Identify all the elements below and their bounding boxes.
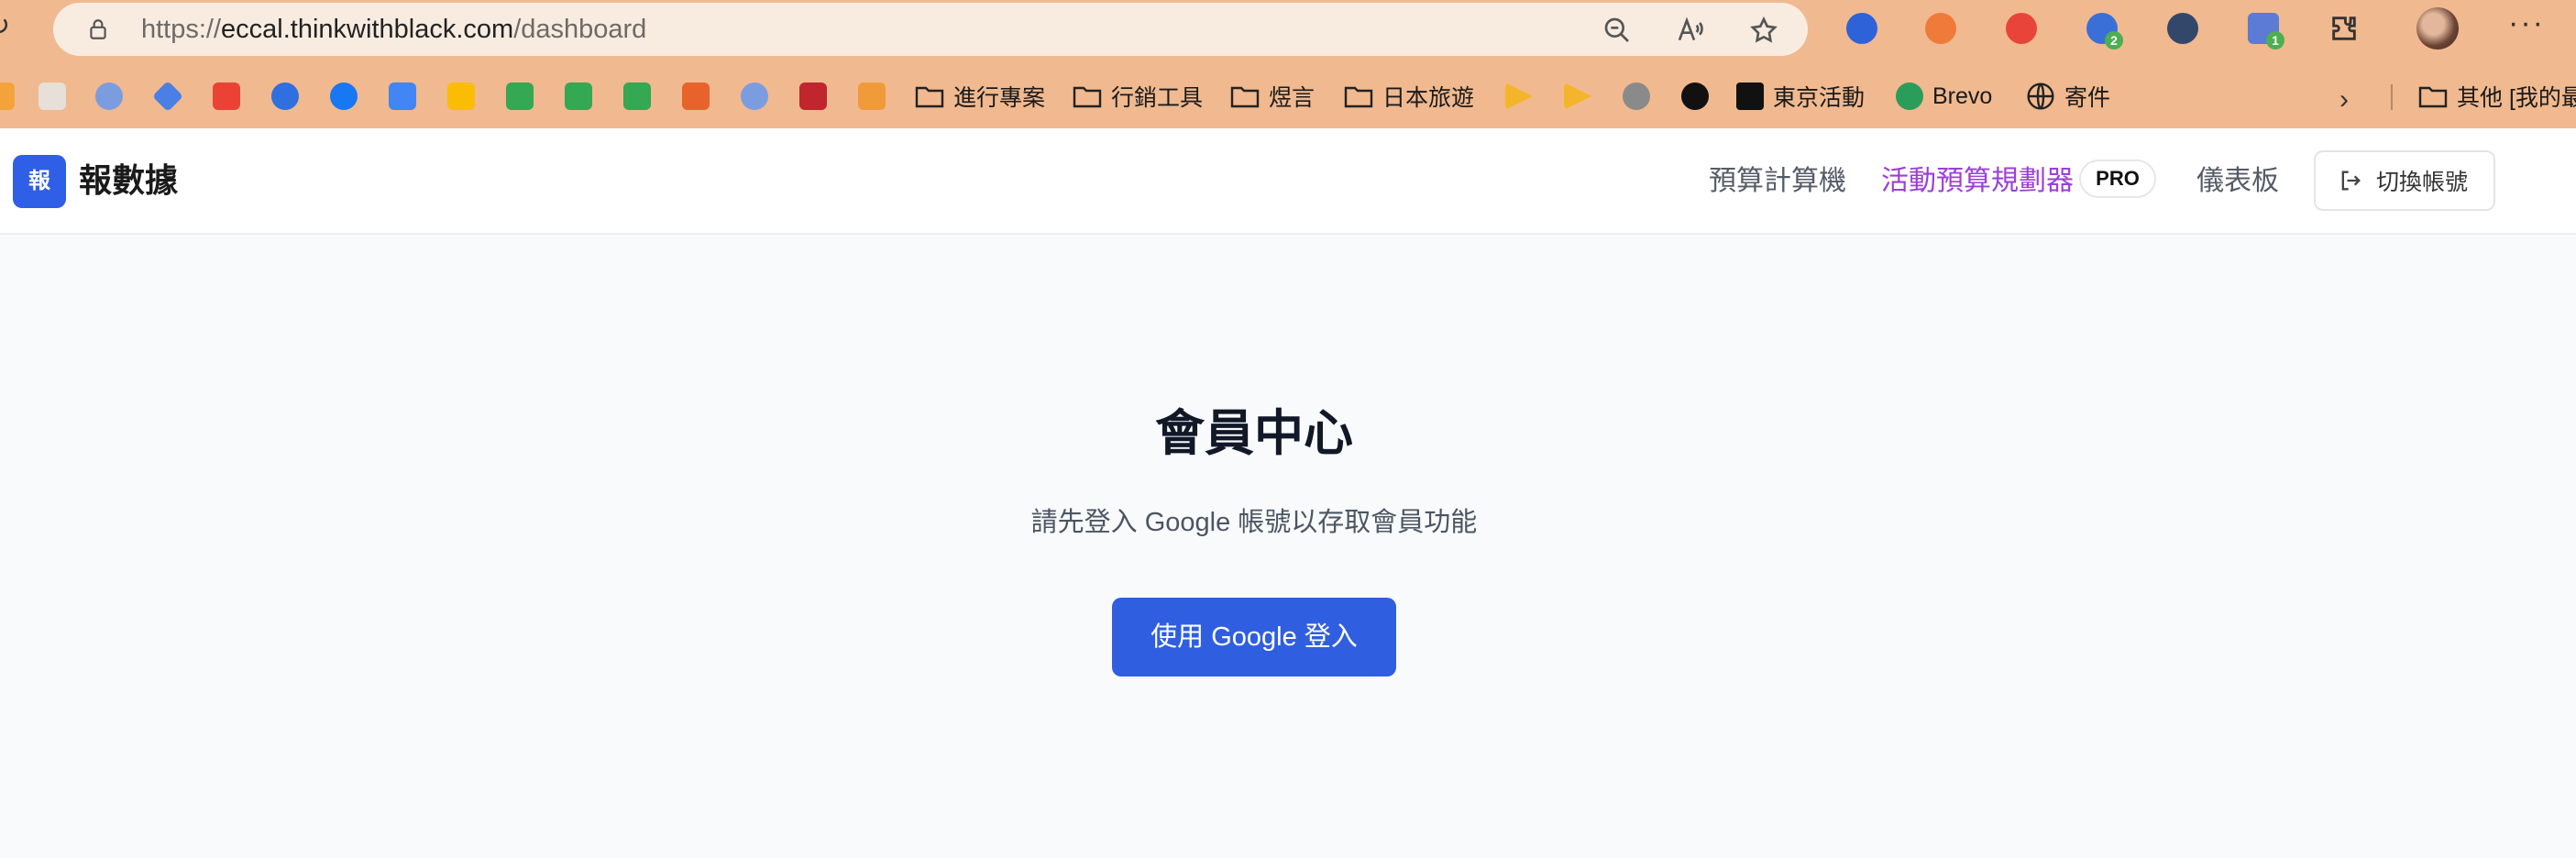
facebook-icon[interactable]	[330, 82, 358, 110]
member-center-panel: 會員中心 請先登入 Google 帳號以存取會員功能 使用 Google 登入	[0, 236, 2576, 858]
meta-icon[interactable]	[271, 82, 299, 110]
bookmark-icon[interactable]	[799, 82, 827, 110]
logout-icon	[2341, 170, 2361, 191]
login-prompt-text: 請先登入 Google 帳號以存取會員功能	[1030, 508, 1478, 537]
bookmark-folder-label: 行銷工具	[1111, 85, 1204, 111]
bookmark-icon[interactable]	[682, 82, 710, 110]
extension-cross-icon[interactable]	[2167, 13, 2198, 44]
zoom-icon[interactable]	[1602, 16, 1632, 45]
bookmark-label: Brevo	[1932, 82, 1993, 109]
url-scheme: https://	[141, 15, 222, 44]
more-options-icon[interactable]: ···	[2508, 7, 2545, 38]
google-drive-icon[interactable]	[506, 82, 534, 110]
calendar-icon[interactable]	[389, 82, 416, 110]
app-header: 報 報數據 預算計算機 活動預算規劃器 PRO 儀表板 切換帳號	[0, 128, 2576, 235]
bookmark-icon[interactable]	[0, 82, 15, 110]
page-title: 會員中心	[1155, 406, 1353, 461]
favorite-star-icon[interactable]	[1749, 16, 1778, 45]
read-aloud-icon[interactable]	[1676, 16, 1705, 45]
chevron-right-icon[interactable]: ›	[2339, 84, 2349, 116]
bookmark-folder[interactable]: 行銷工具	[1073, 81, 1203, 112]
bookmark-w-icon	[1736, 82, 1764, 110]
switch-account-label: 切換帳號	[2376, 170, 2469, 195]
folder-icon	[2418, 86, 2448, 108]
folder-icon	[915, 86, 944, 108]
url-host: eccal.thinkwithblack.com	[221, 15, 514, 44]
extension-gear-icon[interactable]: 2	[2086, 13, 2123, 50]
gmail-icon[interactable]	[213, 82, 240, 110]
bookmark-label: 寄件	[2064, 85, 2111, 111]
bookmark-folder-label: 其他 [我的最	[2457, 85, 2576, 111]
extension-badge: 1	[2266, 31, 2284, 50]
google-drive-icon[interactable]	[623, 82, 651, 110]
brevo-icon	[1896, 82, 1923, 110]
bookmark-folder[interactable]: 煜言	[1230, 81, 1315, 112]
google-ads-icon[interactable]	[447, 82, 475, 110]
url-text[interactable]: https://eccal.thinkwithblack.com/dashboa…	[141, 15, 646, 44]
bookmark-folder-label: 進行專案	[953, 85, 1046, 111]
bookmark-icon[interactable]	[1623, 82, 1650, 110]
url-path: /dashboard	[513, 15, 647, 44]
extension-code-icon[interactable]: 1	[2248, 13, 2284, 50]
folder-icon	[1073, 86, 1102, 108]
browser-chrome: ↻ https://eccal.thinkwithblack.com/dashb…	[0, 0, 2576, 128]
blogger-icon[interactable]	[858, 82, 886, 110]
extension-bolt-icon[interactable]	[2006, 13, 2037, 44]
bookmark-folder[interactable]: 其他 [我的最	[2418, 81, 2576, 112]
tiktok-icon[interactable]	[1681, 82, 1709, 110]
profile-avatar[interactable]	[2416, 7, 2459, 50]
pro-badge: PRO	[2079, 160, 2156, 198]
extensions-puzzle-icon[interactable]	[2328, 13, 2360, 44]
nav-campaign-planner[interactable]: 活動預算規劃器	[1881, 163, 2074, 200]
bookmark-folder-label: 煜言	[1269, 85, 1316, 111]
bookmark-link[interactable]: 寄件	[2026, 81, 2110, 112]
bookmarks-bar: 進行專案 行銷工具 煜言 日本旅遊 東京活動 Brevo 寄件 › 其他 [我的…	[0, 70, 2576, 121]
brand-name[interactable]: 報數據	[79, 160, 178, 202]
nav-dashboard[interactable]: 儀表板	[2196, 163, 2279, 200]
bookmark-play-icon[interactable]	[1564, 82, 1591, 110]
extension-b-icon[interactable]	[1925, 13, 1956, 44]
bookmarks-divider	[2391, 84, 2393, 110]
globe-icon	[2027, 82, 2054, 110]
bookmark-link[interactable]: Brevo	[1896, 81, 1992, 112]
address-bar[interactable]: https://eccal.thinkwithblack.com/dashboa…	[53, 3, 1808, 56]
bookmark-folder[interactable]: 日本旅遊	[1344, 81, 1474, 112]
google-drive-icon[interactable]	[565, 82, 592, 110]
bookmark-link[interactable]: 東京活動	[1736, 81, 1865, 112]
lock-icon[interactable]	[86, 17, 110, 41]
nav-budget-calculator[interactable]: 預算計算機	[1709, 163, 1846, 200]
switch-account-button[interactable]: 切換帳號	[2314, 150, 2495, 211]
extension-badge: 2	[2105, 31, 2123, 50]
bookmark-folder[interactable]: 進行專案	[915, 81, 1045, 112]
reload-icon[interactable]: ↻	[0, 13, 15, 40]
bookmark-folder-label: 日本旅遊	[1382, 85, 1475, 111]
brand-logo[interactable]: 報	[13, 155, 66, 208]
bookmark-play-icon[interactable]	[1505, 82, 1533, 110]
extension-eye-icon[interactable]	[1846, 13, 1877, 44]
folder-icon	[1344, 86, 1373, 108]
bookmark-label: 東京活動	[1773, 85, 1866, 111]
browser-toolbar: ↻ https://eccal.thinkwithblack.com/dashb…	[0, 0, 2576, 59]
folder-icon	[1230, 86, 1260, 108]
bookmark-icon[interactable]	[39, 82, 66, 110]
bookmark-icon[interactable]	[152, 81, 183, 112]
bookmark-icon[interactable]	[741, 82, 768, 110]
google-login-button[interactable]: 使用 Google 登入	[1112, 598, 1396, 676]
bookmark-icon[interactable]	[95, 82, 123, 110]
